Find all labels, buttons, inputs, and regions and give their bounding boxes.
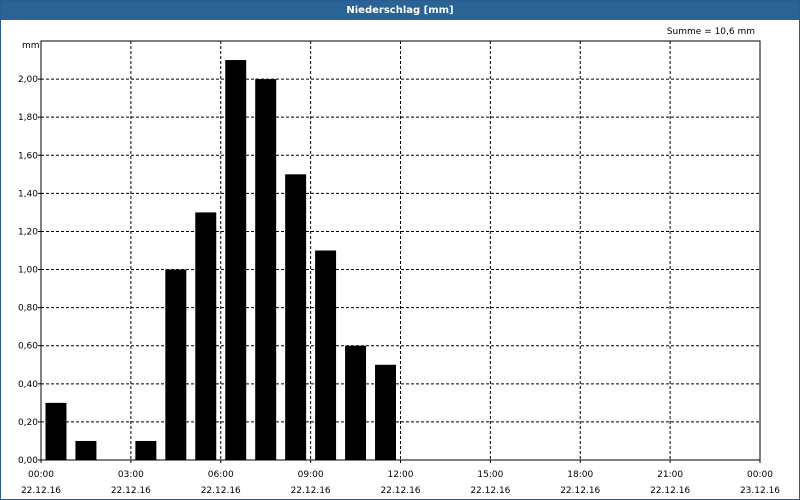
x-tick-time: 15:00 <box>477 470 503 480</box>
x-tick-time: 18:00 <box>567 470 593 480</box>
y-tick-label: 1,40 <box>18 189 38 199</box>
y-tick-label: 1,80 <box>18 113 38 123</box>
bars <box>45 60 397 460</box>
x-tick-date: 23.12.16 <box>740 486 780 496</box>
grid <box>41 41 761 460</box>
bar <box>255 79 277 460</box>
x-tick-date: 22.12.16 <box>470 486 510 496</box>
y-tick-label: 0,80 <box>18 304 38 314</box>
x-tick-date: 22.12.16 <box>291 486 331 496</box>
y-tick-label: 0,00 <box>18 456 38 466</box>
x-ticks: 00:00 22.12.16 03:00 22.12.16 06:00 22.12.16 0… <box>21 470 780 496</box>
sum-annotation: Summe = 10,6 mm <box>667 27 755 37</box>
x-tick-date: 22.12.16 <box>380 486 420 496</box>
bar <box>285 174 307 460</box>
x-tick-time: 21:00 <box>657 470 683 480</box>
precipitation-chart: mm Summe = 10,6 mm 0,00 0,20 0,40 0,60 0,80 1… <box>18 27 780 496</box>
bar <box>195 212 217 460</box>
x-tick-time: 12:00 <box>388 470 414 480</box>
y-tick-label: 1,20 <box>18 227 38 237</box>
x-tick-date: 22.12.16 <box>111 486 151 496</box>
y-tick-label: 2,00 <box>18 75 38 85</box>
x-tick-date: 22.12.16 <box>21 486 61 496</box>
y-tick-label: 0,20 <box>18 418 38 428</box>
x-tick-time: 06:00 <box>208 470 234 480</box>
x-tick-time: 00:00 <box>28 470 54 480</box>
bar <box>135 440 157 460</box>
x-tick-time: 09:00 <box>298 470 324 480</box>
x-tick-time: 00:00 <box>747 470 773 480</box>
y-axis-label: mm <box>22 41 40 51</box>
bar <box>345 345 367 460</box>
x-tick-date: 22.12.16 <box>560 486 600 496</box>
bar <box>75 440 97 460</box>
x-tick-date: 22.12.16 <box>201 486 241 496</box>
bar <box>165 269 187 460</box>
x-tick-date: 22.12.16 <box>650 486 690 496</box>
x-tick-time: 03:00 <box>118 470 144 480</box>
bar <box>45 402 67 460</box>
bar <box>225 60 247 460</box>
y-tick-label: 0,60 <box>18 342 38 352</box>
y-tick-label: 1,60 <box>18 151 38 161</box>
y-tick-label: 1,00 <box>18 266 38 276</box>
y-ticks: 0,00 0,20 0,40 0,60 0,80 1,00 1,20 1,40 1,60 1,80… <box>18 75 38 466</box>
bar <box>375 364 397 460</box>
y-tick-label: 0,40 <box>18 380 38 390</box>
bar <box>315 250 337 460</box>
axes <box>38 40 761 463</box>
